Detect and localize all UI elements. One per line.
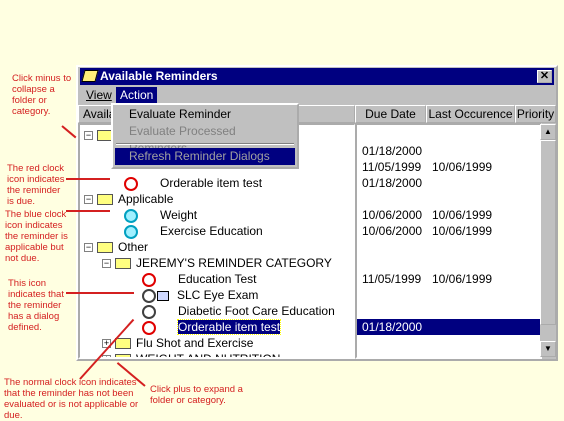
collapse-minus-icon[interactable]: − [102, 259, 111, 269]
tree-row-label: JEREMY'S REMINDER CATEGORY [136, 256, 332, 270]
red-clock-icon [142, 272, 156, 287]
menu-item-evaluate-reminder[interactable]: Evaluate Reminder [115, 106, 295, 123]
open-folder-icon [97, 194, 113, 206]
note-plus: Click plus to expand a folder or categor… [150, 384, 243, 406]
last-occurence: 10/06/1999 [432, 208, 493, 222]
note-dialog: This icon indicates that the reminder ha… [8, 278, 64, 333]
tree-row[interactable]: Diabetic Foot Care Education [120, 303, 335, 319]
last-occurence: 10/06/1999 [432, 272, 493, 286]
tree-row-label: Exercise Education [160, 224, 263, 238]
tree-row-label: Diabetic Foot Care Education [178, 304, 335, 318]
annotation-arrow [66, 210, 110, 212]
date-row[interactable] [357, 127, 540, 143]
due-date: 01/18/2000 [362, 144, 423, 158]
due-date: 11/05/1999 [362, 272, 422, 286]
due-date: 01/18/2000 [362, 320, 423, 334]
tree-row-label: Applicable [118, 192, 174, 206]
menu-view[interactable]: View [82, 87, 116, 104]
due-date: 01/18/2000 [362, 176, 423, 190]
reminders-app-icon [81, 70, 99, 82]
open-folder-icon [115, 258, 131, 270]
note-normal-clock: The normal clock icon indicates that the… [4, 377, 139, 421]
action-menu-dropdown: Evaluate Reminder Evaluate Processed Rem… [111, 103, 299, 169]
date-row[interactable] [357, 255, 540, 271]
tree-row[interactable]: Weight [102, 207, 197, 223]
tree-row-label: Orderable item test [160, 176, 263, 190]
tree-row[interactable]: SLC Eye Exam [120, 287, 258, 303]
tree-row[interactable]: + WEIGHT AND NUTRITION [102, 351, 281, 359]
red-clock-icon [124, 176, 138, 191]
red-clock-icon [142, 320, 156, 335]
date-row[interactable] [357, 351, 540, 357]
tree-row[interactable]: − Other [84, 239, 148, 255]
reminder-dates-list[interactable]: 01/18/2000 11/05/1999 10/06/1999 01/18/2000… [355, 123, 542, 359]
blue-clock-icon [124, 224, 138, 239]
due-date: 10/06/2000 [362, 224, 423, 238]
date-row[interactable] [357, 239, 540, 255]
scroll-thumb[interactable] [540, 140, 556, 325]
annotation-arrow [66, 178, 110, 180]
date-row[interactable]: 10/06/2000 10/06/1999 [357, 223, 540, 239]
date-row[interactable] [357, 335, 540, 351]
date-row[interactable]: 11/05/1999 10/06/1999 [357, 271, 540, 287]
tree-row-label: WEIGHT AND NUTRITION [136, 352, 281, 359]
window-title: Available Reminders [100, 69, 218, 83]
date-row[interactable]: 01/18/2000 [357, 319, 540, 335]
tree-row-label: Orderable item test [176, 319, 282, 335]
tree-row[interactable]: + Flu Shot and Exercise [102, 335, 253, 351]
tree-row-label: Education Test [178, 272, 257, 286]
tree-row-label: Flu Shot and Exercise [136, 336, 254, 350]
close-button[interactable]: ✕ [537, 70, 552, 83]
tree-row[interactable]: − Applicable [84, 191, 173, 207]
date-row[interactable] [357, 191, 540, 207]
menu-action[interactable]: Action [116, 87, 158, 104]
note-minus: Click minus to collapse a folder or cate… [12, 73, 72, 117]
collapse-minus-icon[interactable]: − [84, 243, 93, 253]
annotation-arrow [61, 125, 77, 139]
closed-folder-icon [115, 338, 131, 350]
menu-item-evaluate-processed-reminders[interactable]: Evaluate Processed Reminders [115, 123, 295, 155]
normal-clock-icon [142, 288, 156, 303]
collapse-minus-icon[interactable]: − [84, 195, 93, 205]
tree-row-label: Other [118, 240, 149, 254]
column-header-last-occurence[interactable]: Last Occurence [426, 105, 515, 123]
scroll-up-button[interactable]: ▲ [540, 124, 556, 140]
tree-row[interactable]: − JEREMY'S REMINDER CATEGORY [102, 255, 332, 271]
tree-row-label: Weight [160, 208, 198, 222]
date-row[interactable]: 01/18/2000 [357, 143, 540, 159]
tree-row[interactable]: Exercise Education [102, 223, 263, 239]
scroll-down-button[interactable]: ▼ [540, 341, 556, 357]
date-row[interactable] [357, 287, 540, 303]
menu-item-refresh-reminder-dialogs[interactable]: Refresh Reminder Dialogs [115, 148, 295, 165]
column-header-due-date[interactable]: Due Date [355, 105, 426, 123]
tree-row-label: SLC Eye Exam [177, 288, 259, 302]
column-header-priority[interactable]: Priority [515, 105, 556, 123]
open-folder-icon [97, 242, 113, 254]
due-date: 11/05/1999 [362, 160, 422, 174]
closed-folder-icon [115, 354, 131, 357]
date-row[interactable]: 01/18/2000 [357, 175, 540, 191]
last-occurence: 10/06/1999 [432, 160, 493, 174]
title-bar: Available Reminders ✕ [80, 68, 554, 85]
dialog-icon [157, 290, 169, 301]
menu-bar: View Action [80, 87, 554, 104]
tree-row[interactable]: Orderable item test [120, 319, 282, 335]
note-blue-clock: The blue clock icon indicates the remind… [5, 209, 68, 264]
vertical-scrollbar[interactable]: ▲ ▼ [540, 124, 556, 357]
normal-clock-icon [142, 304, 156, 319]
annotation-arrow [66, 292, 134, 294]
collapse-minus-icon[interactable]: − [84, 131, 93, 141]
date-row[interactable] [357, 303, 540, 319]
expand-plus-icon[interactable]: + [102, 355, 111, 357]
last-occurence: 10/06/1999 [432, 224, 493, 238]
date-row[interactable]: 11/05/1999 10/06/1999 [357, 159, 540, 175]
menu-separator [116, 143, 294, 145]
due-date: 10/06/2000 [362, 208, 423, 222]
tree-row[interactable]: Education Test [120, 271, 257, 287]
blue-clock-icon [124, 208, 138, 223]
tree-row[interactable]: Orderable item test [102, 175, 262, 191]
date-row[interactable]: 10/06/2000 10/06/1999 [357, 207, 540, 223]
note-red-clock: The red clock icon indicates the reminde… [7, 163, 65, 207]
